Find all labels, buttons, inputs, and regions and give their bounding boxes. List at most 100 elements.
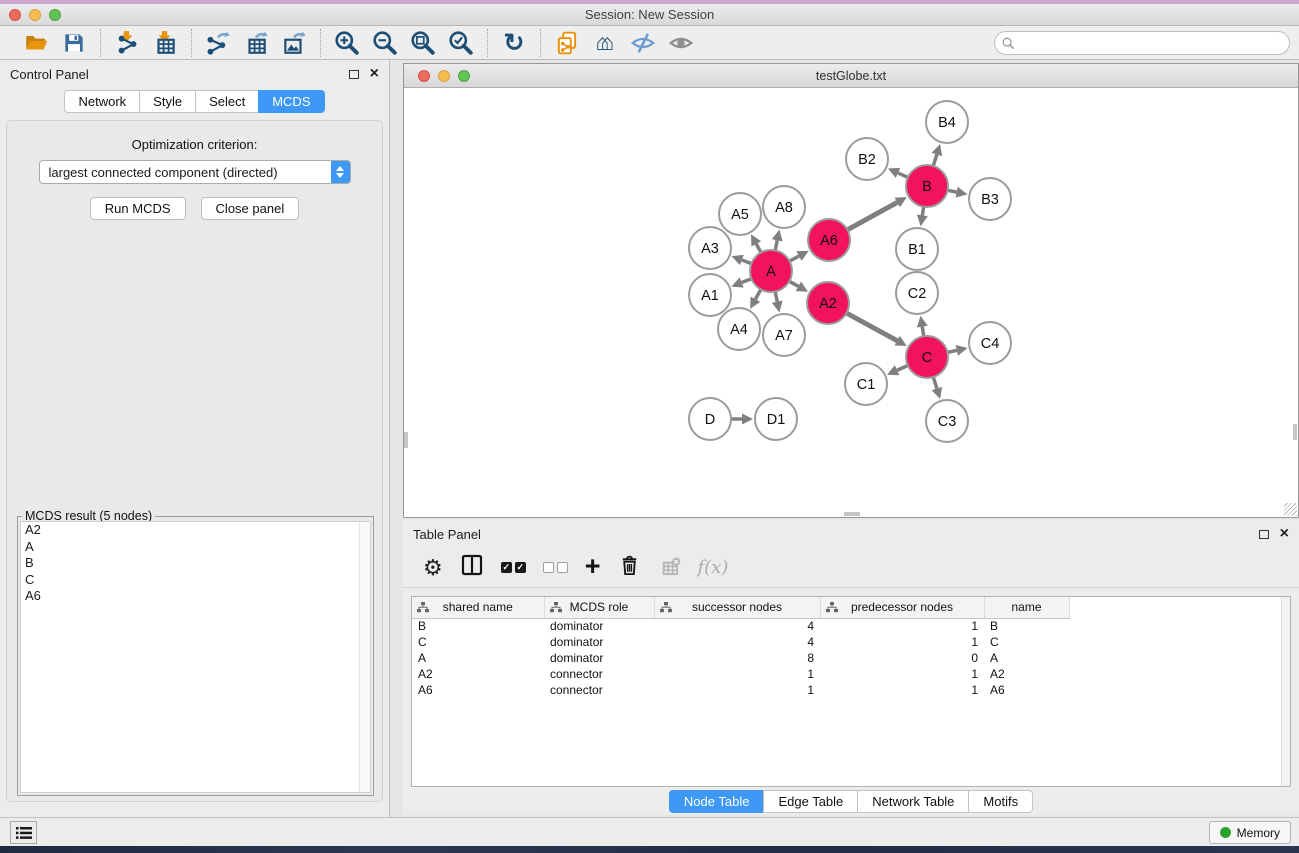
table-close-panel-icon[interactable]: × — [1280, 528, 1289, 540]
result-item[interactable]: A2 — [21, 522, 370, 539]
close-window-button[interactable] — [9, 9, 21, 21]
table-scrollbar[interactable] — [1281, 597, 1290, 786]
network-right-scrollbar[interactable] — [1293, 424, 1297, 440]
tab-edge-table[interactable]: Edge Table — [763, 790, 857, 813]
search-box[interactable] — [994, 31, 1290, 55]
cell-successor-nodes[interactable]: 8 — [654, 650, 820, 666]
search-input[interactable] — [1020, 33, 1289, 53]
cell-name[interactable]: C — [984, 634, 1069, 650]
resize-grip-icon[interactable] — [1284, 503, 1297, 516]
clear-selection-button[interactable] — [543, 555, 568, 581]
edge-A2-C[interactable] — [846, 313, 898, 341]
mcds-result-list[interactable]: A2ABCA6 — [20, 521, 371, 793]
cell-successor-nodes[interactable]: 4 — [654, 634, 820, 650]
tab-network[interactable]: Network — [64, 90, 139, 113]
export-table-button[interactable] — [242, 29, 270, 57]
cell-name[interactable]: B — [984, 618, 1069, 634]
copy-view-button[interactable] — [553, 29, 581, 57]
network-close-button[interactable] — [418, 70, 430, 82]
tab-mcds[interactable]: MCDS — [258, 90, 324, 113]
network-maximize-button[interactable] — [458, 70, 470, 82]
float-panel-icon[interactable] — [349, 70, 359, 79]
cell-MCDS-role[interactable]: connector — [544, 666, 654, 682]
home-button[interactable]: ⌂⌂ — [591, 29, 619, 57]
cell-successor-nodes[interactable]: 4 — [654, 618, 820, 634]
cell-shared-name[interactable]: B — [412, 618, 544, 634]
import-network-button[interactable] — [113, 29, 141, 57]
column-header-shared-name[interactable]: shared name — [412, 597, 544, 618]
column-header-predecessor-nodes[interactable]: predecessor nodes — [820, 597, 984, 618]
cell-name[interactable]: A2 — [984, 666, 1069, 682]
node-label-D: D — [705, 412, 715, 428]
network-minimize-button[interactable] — [438, 70, 450, 82]
cell-name[interactable]: A6 — [984, 682, 1069, 698]
result-item[interactable]: B — [21, 555, 370, 572]
cell-MCDS-role[interactable]: dominator — [544, 634, 654, 650]
tab-network-table[interactable]: Network Table — [857, 790, 968, 813]
minimize-window-button[interactable] — [29, 9, 41, 21]
delete-row-button[interactable] — [618, 555, 641, 581]
zoom-fit-button[interactable] — [409, 29, 437, 57]
table-float-panel-icon[interactable] — [1259, 530, 1269, 539]
table-row[interactable]: Bdominator41B — [412, 618, 1069, 634]
task-history-button[interactable] — [10, 821, 37, 844]
tab-style[interactable]: Style — [139, 90, 195, 113]
close-panel-icon[interactable]: × — [370, 68, 379, 80]
cell-predecessor-nodes[interactable]: 1 — [820, 666, 984, 682]
show-view-button[interactable] — [667, 29, 695, 57]
zoom-in-button[interactable] — [333, 29, 361, 57]
maximize-window-button[interactable] — [49, 9, 61, 21]
network-vertical-scrollbar[interactable] — [404, 432, 408, 448]
import-table-button[interactable] — [151, 29, 179, 57]
column-header-name[interactable]: name — [984, 597, 1069, 618]
cell-predecessor-nodes[interactable]: 1 — [820, 634, 984, 650]
zoom-selected-button[interactable] — [447, 29, 475, 57]
arrowhead-icon — [956, 187, 968, 198]
optimization-criterion-label: Optimization criterion: — [7, 137, 382, 152]
cell-predecessor-nodes[interactable]: 0 — [820, 650, 984, 666]
column-header-successor-nodes[interactable]: successor nodes — [654, 597, 820, 618]
result-item[interactable]: C — [21, 572, 370, 589]
cell-shared-name[interactable]: C — [412, 634, 544, 650]
export-image-button[interactable] — [280, 29, 308, 57]
add-row-button[interactable]: + — [585, 555, 601, 581]
refresh-layout-button[interactable]: ↻ — [500, 29, 528, 57]
table-row[interactable]: Cdominator41C — [412, 634, 1069, 650]
edge-A6-B[interactable] — [847, 202, 898, 230]
cell-name[interactable]: A — [984, 650, 1069, 666]
table-row[interactable]: A2connector11A2 — [412, 666, 1069, 682]
save-button[interactable] — [60, 29, 88, 57]
tab-select[interactable]: Select — [195, 90, 258, 113]
select-all-button[interactable]: ✓✓ — [501, 555, 526, 581]
network-horizontal-scrollbar[interactable] — [844, 512, 860, 516]
cell-shared-name[interactable]: A — [412, 650, 544, 666]
tab-node-table[interactable]: Node Table — [669, 790, 764, 813]
memory-button[interactable]: Memory — [1209, 821, 1291, 844]
cell-shared-name[interactable]: A2 — [412, 666, 544, 682]
cell-predecessor-nodes[interactable]: 1 — [820, 618, 984, 634]
close-panel-button[interactable]: Close panel — [201, 197, 300, 220]
cell-shared-name[interactable]: A6 — [412, 682, 544, 698]
table-row[interactable]: A6connector11A6 — [412, 682, 1069, 698]
result-scrollbar[interactable] — [359, 522, 370, 792]
tab-motifs[interactable]: Motifs — [968, 790, 1033, 813]
zoom-out-button[interactable] — [371, 29, 399, 57]
cell-MCDS-role[interactable]: dominator — [544, 650, 654, 666]
result-item[interactable]: A — [21, 539, 370, 556]
cell-predecessor-nodes[interactable]: 1 — [820, 682, 984, 698]
table-row[interactable]: Adominator80A — [412, 650, 1069, 666]
export-network-button[interactable] — [204, 29, 232, 57]
cell-successor-nodes[interactable]: 1 — [654, 666, 820, 682]
network-canvas[interactable]: B4B2BB3A8A5A6A3B1AC2A1A2A4A7C4CC1C3DD1 — [404, 89, 1298, 517]
run-mcds-button[interactable]: Run MCDS — [90, 197, 186, 220]
hide-panel-button[interactable] — [629, 29, 657, 57]
result-item[interactable]: A6 — [21, 588, 370, 605]
split-panel-button[interactable] — [460, 555, 484, 581]
cell-MCDS-role[interactable]: dominator — [544, 618, 654, 634]
criterion-dropdown[interactable]: largest connected component (directed) — [39, 160, 351, 184]
cell-MCDS-role[interactable]: connector — [544, 682, 654, 698]
cell-successor-nodes[interactable]: 1 — [654, 682, 820, 698]
column-header-MCDS-role[interactable]: MCDS role — [544, 597, 654, 618]
open-button[interactable] — [22, 29, 50, 57]
settings-button[interactable]: ⚙ — [423, 555, 443, 581]
